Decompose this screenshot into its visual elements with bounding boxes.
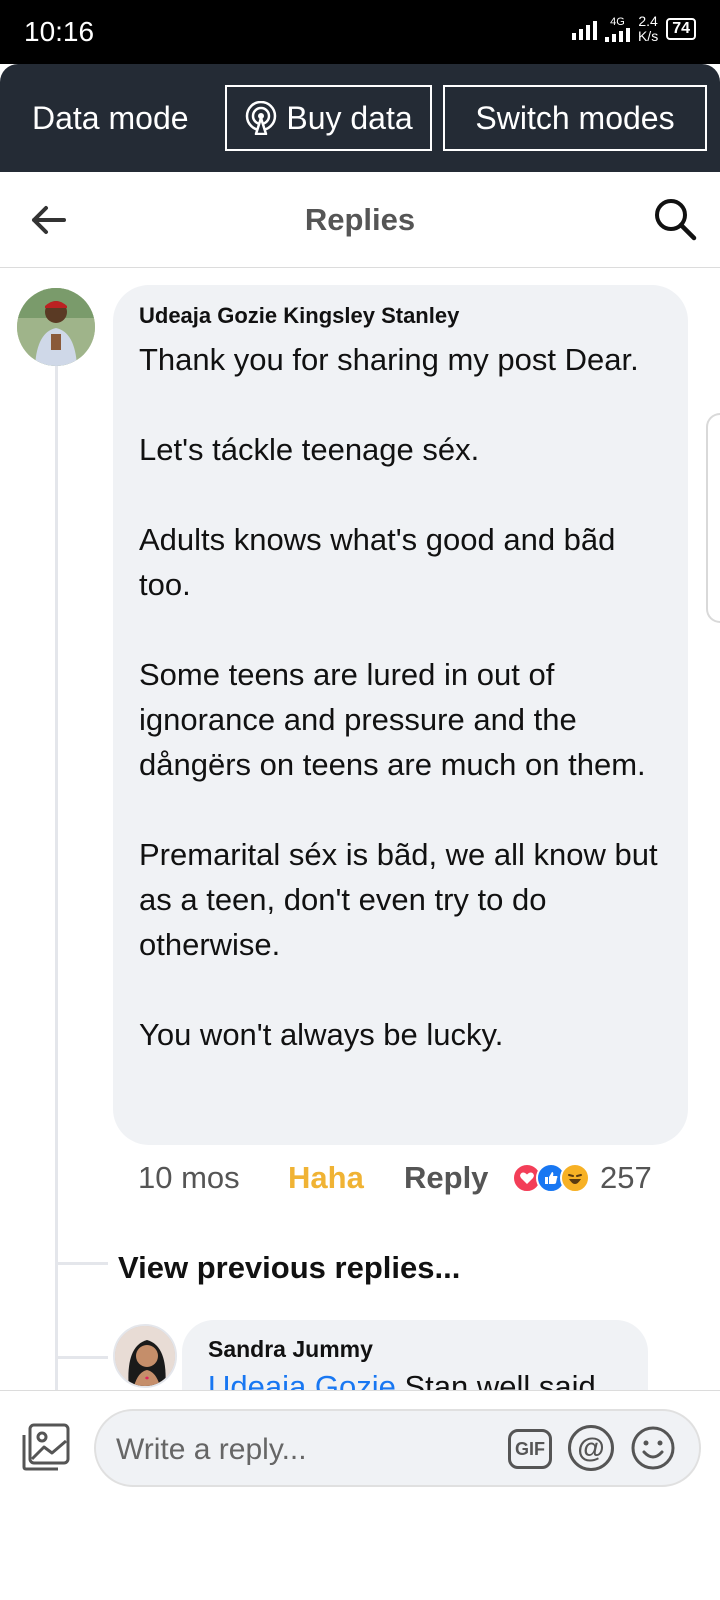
view-previous-replies-link[interactable]: View previous replies... xyxy=(118,1250,460,1286)
reply-input-container: GIF @ xyxy=(94,1409,701,1487)
buy-data-button[interactable]: Buy data xyxy=(225,85,432,151)
reply-body: Stan well said xyxy=(404,1369,596,1390)
comment-actions: 10 mos Haha Reply 257 xyxy=(138,1156,678,1200)
reaction-count: 257 xyxy=(600,1160,652,1195)
replies-header: Replies xyxy=(0,172,720,268)
haha-reaction-button[interactable]: Haha xyxy=(288,1160,404,1196)
broadcast-icon xyxy=(246,101,277,135)
network-speed: 2.4 K/s xyxy=(638,14,658,44)
reply-button[interactable]: Reply xyxy=(404,1160,512,1196)
data-mode-label: Data mode xyxy=(32,100,189,136)
buy-data-label: Buy data xyxy=(286,99,413,136)
reply-text: Udeaja Gozie Stan well said xyxy=(208,1369,622,1390)
reply-author[interactable]: Sandra Jummy xyxy=(208,1336,622,1363)
data-mode-bar: Data mode Buy data Switch modes xyxy=(0,64,720,172)
battery-level: 74 xyxy=(672,20,690,37)
reaction-summary[interactable]: 257 xyxy=(512,1160,652,1196)
comment-author[interactable]: Udeaja Gozie Kingsley Stanley xyxy=(139,303,662,329)
switch-modes-label: Switch modes xyxy=(475,99,675,136)
gif-button[interactable]: GIF xyxy=(508,1429,552,1469)
comment-bubble[interactable]: Udeaja Gozie Kingsley Stanley Thank you … xyxy=(113,285,688,1145)
status-indicators: 4G 2.4 K/s 74 xyxy=(571,14,696,44)
profile-photo xyxy=(17,288,95,366)
reply-bubble[interactable]: Sandra Jummy Udeaja Gozie Stan well said xyxy=(182,1320,648,1390)
side-panel-handle[interactable] xyxy=(706,413,720,623)
comment-thread: Udeaja Gozie Kingsley Stanley Thank you … xyxy=(0,268,720,1390)
signal-icon-2 xyxy=(604,27,630,42)
search-icon[interactable] xyxy=(652,196,698,242)
speed-unit: K/s xyxy=(637,28,659,44)
network-type: 4G xyxy=(610,15,625,28)
emoji-icon[interactable] xyxy=(630,1425,676,1471)
profile-photo xyxy=(115,1326,175,1386)
comment-text: Thank you for sharing my post Dear. Let'… xyxy=(139,342,658,1052)
speed-value: 2.4 xyxy=(638,13,658,29)
status-time: 10:16 xyxy=(24,16,95,47)
mention-button[interactable]: @ xyxy=(568,1425,614,1471)
reply-composer: GIF @ xyxy=(0,1390,720,1600)
haha-icon xyxy=(560,1163,590,1193)
thread-line xyxy=(55,358,58,1390)
switch-modes-button[interactable]: Switch modes xyxy=(443,85,707,151)
mobile-network: 4G xyxy=(604,15,630,42)
battery-icon: 74 xyxy=(666,18,696,40)
thread-branch xyxy=(58,1262,108,1265)
mention-link[interactable]: Udeaja Gozie xyxy=(208,1369,396,1390)
reply-input[interactable] xyxy=(116,1431,496,1469)
avatar[interactable] xyxy=(113,1324,177,1388)
thread-branch xyxy=(58,1356,108,1359)
signal-icon xyxy=(571,18,597,40)
comment-time: 10 mos xyxy=(138,1160,240,1195)
page-title: Replies xyxy=(304,202,416,237)
status-bar: 10:16 4G 2.4 K/s 74 xyxy=(0,0,720,64)
photo-icon[interactable] xyxy=(20,1421,72,1473)
avatar[interactable] xyxy=(17,288,95,366)
